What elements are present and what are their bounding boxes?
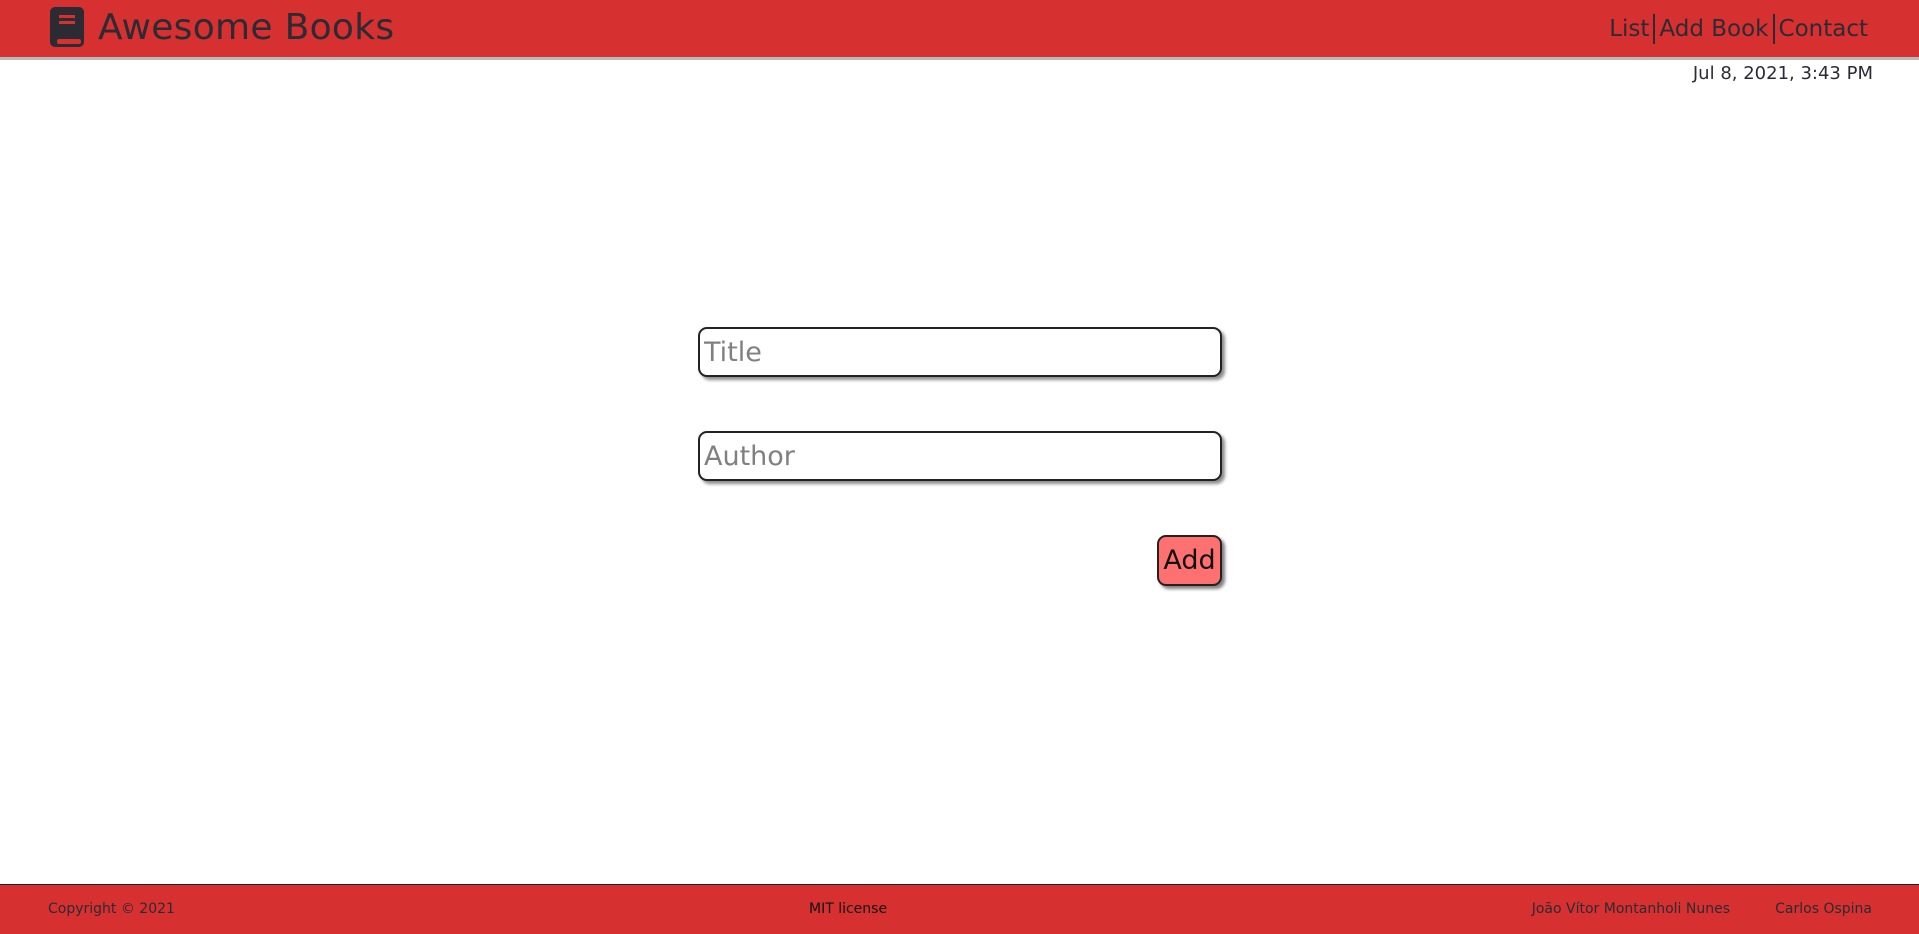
page: Awesome Books List Add Book Contact Jul … <box>0 0 1919 934</box>
main-nav: List Add Book Contact <box>1605 14 1872 44</box>
footer: Copyright © 2021 MIT license João Vítor … <box>0 884 1919 934</box>
title-input[interactable] <box>698 327 1222 377</box>
license-text: MIT license <box>809 901 888 917</box>
brand-title: Awesome Books <box>98 7 395 48</box>
book-icon <box>50 7 84 47</box>
author-name: João Vítor Montanholi Nunes <box>1531 901 1730 917</box>
author-input[interactable] <box>698 431 1222 481</box>
nav-link-list[interactable]: List <box>1605 14 1653 44</box>
nav-link-contact[interactable]: Contact <box>1775 14 1872 44</box>
current-date: Jul 8, 2021, 3:43 PM <box>1692 63 1873 84</box>
nav-link-add-book[interactable]: Add Book <box>1655 14 1772 44</box>
header: Awesome Books List Add Book Contact <box>0 0 1919 60</box>
add-button[interactable]: Add <box>1157 535 1222 586</box>
copyright-text: Copyright © 2021 <box>48 901 175 917</box>
author-name: Carlos Ospina <box>1775 901 1872 917</box>
